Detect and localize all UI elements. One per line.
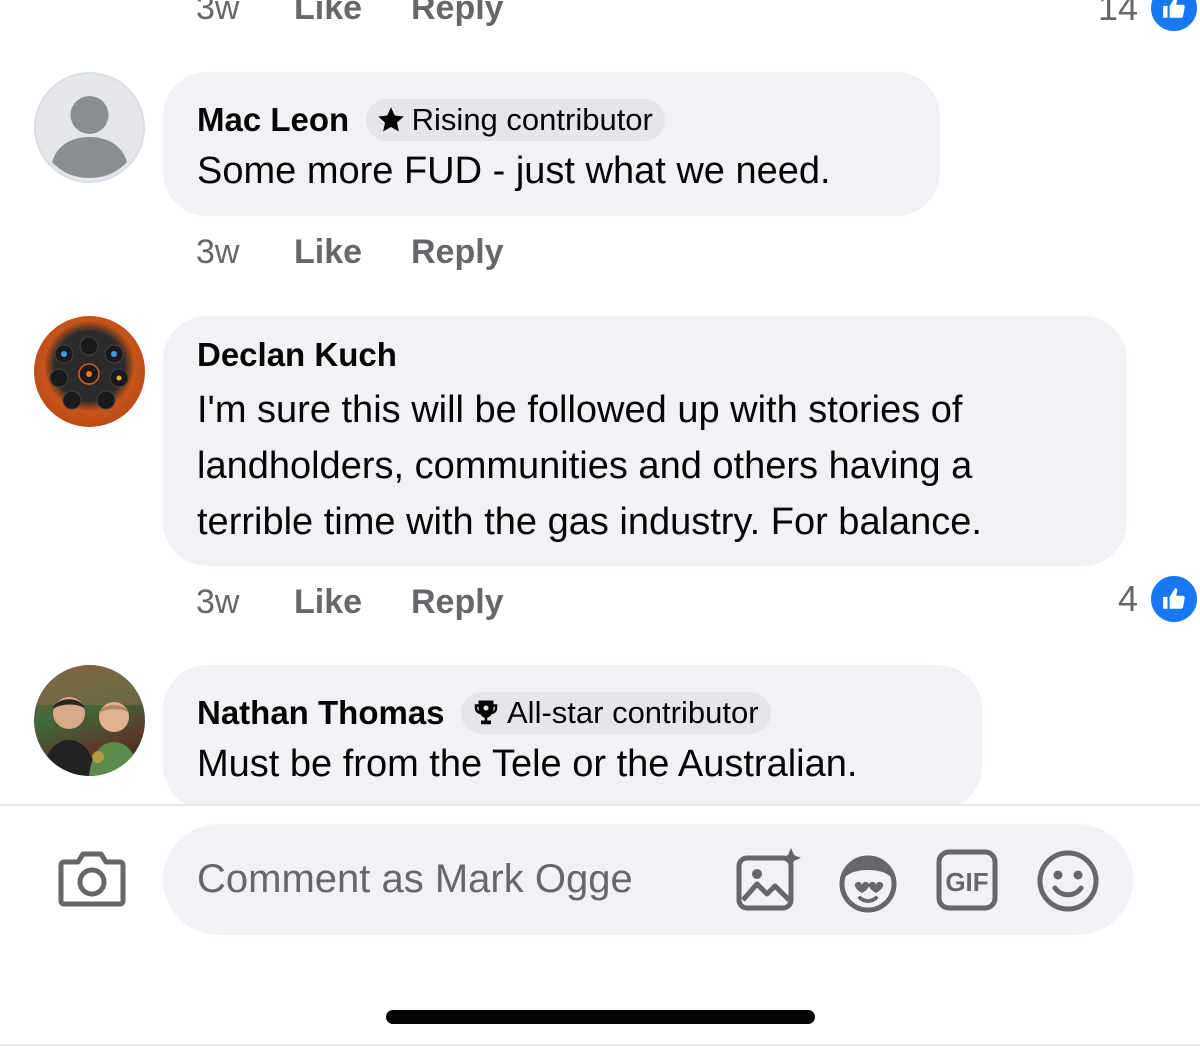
- like-reaction-icon: [1148, 573, 1200, 625]
- profile-photo-icon: [34, 665, 145, 776]
- comment-text: Some more FUD - just what we need.: [197, 150, 831, 192]
- avatar-declan-kuch[interactable]: [34, 316, 145, 427]
- profile-photo-icon: [49, 336, 129, 410]
- comment-bubble-declan-kuch: Declan Kuch I'm sure this will be follow…: [163, 316, 1127, 566]
- comment-text: Must be from the Tele or the Australian.: [197, 743, 858, 785]
- comment-time: 3w: [196, 0, 240, 27]
- comment-time: 3w: [196, 582, 240, 621]
- comment-text-line: landholders, communities and others havi…: [197, 445, 973, 487]
- star-icon: [377, 107, 404, 132]
- avatar-nathan-thomas[interactable]: [34, 665, 145, 776]
- comment-text-line: I'm sure this will be followed up with s…: [197, 389, 963, 431]
- avatar-mac-leon[interactable]: [34, 72, 145, 183]
- smiley-icon[interactable]: [1035, 848, 1099, 912]
- comment-text-line: terrible time with the gas industry. For…: [197, 501, 982, 543]
- comment-actions-mac-leon: 3w Like Reply: [196, 230, 504, 274]
- reaction-count: 4: [1117, 578, 1138, 619]
- gif-icon[interactable]: GIF: [935, 848, 999, 912]
- composer-divider: [0, 804, 1200, 806]
- reaction-count: 14: [1097, 0, 1138, 28]
- reply-button[interactable]: Reply: [411, 583, 504, 622]
- comment-author[interactable]: Nathan Thomas: [197, 694, 445, 732]
- contributor-badge[interactable]: Rising contributor: [365, 99, 665, 141]
- avatar-sticker-icon[interactable]: [835, 848, 899, 913]
- comment-composer[interactable]: Comment as Mark Ogge GIF: [163, 824, 1133, 935]
- comment-actions-declan-kuch: 3w Like Reply: [196, 580, 504, 624]
- like-button[interactable]: Like: [294, 0, 411, 28]
- reply-button[interactable]: Reply: [411, 233, 504, 272]
- gif-label: GIF: [945, 867, 988, 897]
- comment-time: 3w: [196, 232, 240, 271]
- trophy-icon: [474, 700, 498, 725]
- reaction-summary-previous[interactable]: 14: [1097, 0, 1200, 34]
- comment-author[interactable]: Declan Kuch: [197, 336, 397, 374]
- reaction-summary-declan-kuch[interactable]: 4: [1117, 573, 1200, 625]
- comment-author[interactable]: Mac Leon: [197, 101, 349, 139]
- like-button[interactable]: Like: [294, 233, 411, 272]
- comment-bubble-mac-leon: Mac Leon Rising contributor Some more FU…: [163, 72, 940, 216]
- comment-bubble-nathan-thomas: Nathan Thomas All-star contributor Must …: [163, 665, 982, 810]
- contributor-badge[interactable]: All-star contributor: [461, 692, 771, 734]
- like-button[interactable]: Like: [294, 583, 411, 622]
- home-indicator[interactable]: [386, 1010, 815, 1024]
- default-profile-icon: [52, 96, 127, 178]
- camera-icon[interactable]: [58, 848, 126, 910]
- badge-label: All-star contributor: [507, 695, 759, 730]
- comment-input-placeholder[interactable]: Comment as Mark Ogge: [197, 824, 633, 935]
- comment-actions-previous: 3w Like Reply: [196, 0, 504, 30]
- reply-button[interactable]: Reply: [411, 0, 504, 28]
- badge-label: Rising contributor: [411, 102, 653, 137]
- like-reaction-icon: [1148, 0, 1200, 34]
- image-sparkle-icon[interactable]: [735, 848, 801, 912]
